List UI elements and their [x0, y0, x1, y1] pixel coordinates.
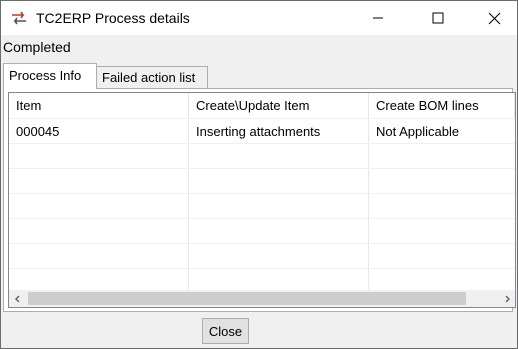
- chevron-left-icon: [14, 295, 19, 302]
- minimize-button[interactable]: [355, 1, 401, 35]
- scroll-right-button[interactable]: [498, 290, 515, 307]
- empty-row: [9, 169, 515, 194]
- maximize-button[interactable]: [415, 1, 461, 35]
- empty-row: [9, 219, 515, 244]
- column-header-create-bom-lines[interactable]: Create BOM lines: [369, 93, 515, 118]
- empty-row: [9, 244, 515, 269]
- minimize-icon: [373, 17, 383, 19]
- empty-row: [9, 144, 515, 169]
- table-row[interactable]: 000045 Inserting attachments Not Applica…: [9, 119, 515, 144]
- close-window-button[interactable]: [471, 1, 517, 35]
- table-header-row: Item Create\Update Item Create BOM lines: [9, 93, 515, 119]
- scrollbar-thumb[interactable]: [28, 292, 466, 305]
- maximize-icon: [432, 12, 444, 24]
- window-title: TC2ERP Process details: [36, 10, 190, 26]
- horizontal-scrollbar[interactable]: [9, 290, 515, 307]
- close-icon: [488, 12, 500, 24]
- arrows-exchange-icon: [12, 11, 26, 25]
- empty-row: [9, 194, 515, 219]
- column-header-create-update-item[interactable]: Create\Update Item: [189, 93, 369, 118]
- chevron-right-icon: [505, 295, 510, 302]
- tab-process-info[interactable]: Process Info: [3, 63, 97, 89]
- status-label: Completed: [3, 39, 71, 55]
- cell-create-update-item: Inserting attachments: [189, 119, 369, 143]
- close-button[interactable]: Close: [202, 318, 249, 344]
- title-bar: TC2ERP Process details: [1, 1, 517, 35]
- cell-create-bom-lines: Not Applicable: [376, 123, 460, 139]
- column-header-item[interactable]: Item: [9, 93, 189, 118]
- cell-item: 000045: [9, 119, 189, 143]
- process-table: Item Create\Update Item Create BOM lines…: [8, 92, 516, 308]
- scroll-left-button[interactable]: [9, 290, 26, 307]
- tab-failed-action-list[interactable]: Failed action list: [96, 66, 208, 88]
